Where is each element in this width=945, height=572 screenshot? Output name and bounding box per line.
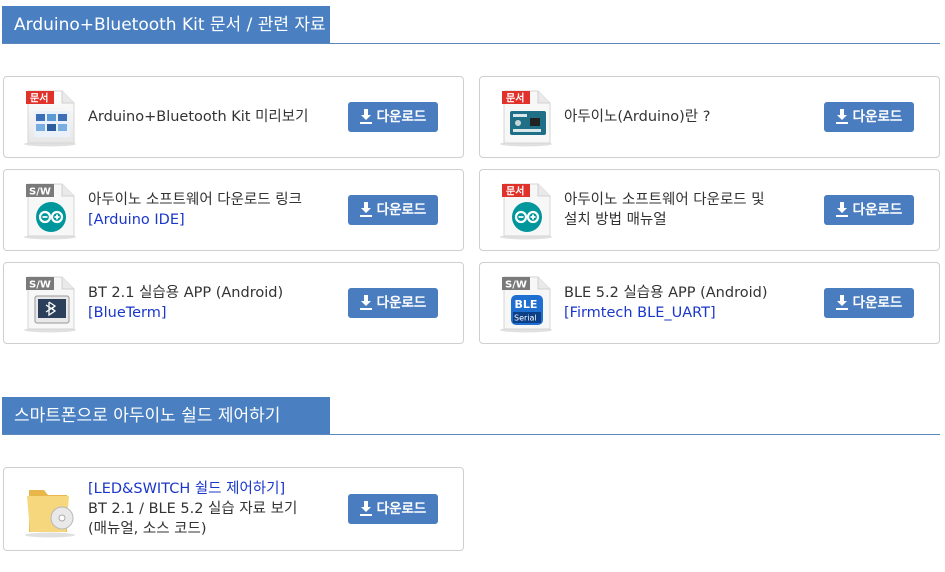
resource-card-blueterm: S/W BT 2.1 실습용 APP (Android) [BlueTerm] … xyxy=(3,262,464,344)
card-title: 아두이노(Arduino)란 ? xyxy=(564,109,711,125)
download-label: 다운로드 xyxy=(376,501,427,517)
card-title: 아두이노 소프트웨어 다운로드 및 xyxy=(564,192,765,208)
card-link-text[interactable]: [BlueTerm] xyxy=(88,303,283,323)
card-title: BT 2.1 실습용 APP (Android) xyxy=(88,285,284,301)
section-divider xyxy=(2,43,940,44)
badge-text: 문서 xyxy=(30,92,48,105)
download-button[interactable]: 다운로드 xyxy=(348,494,438,524)
resource-card-shield-control: [LED&SWITCH 쉴드 제어하기] BT 2.1 / BLE 5.2 실습… xyxy=(3,467,464,551)
download-label: 다운로드 xyxy=(376,202,427,218)
resource-card-what-is-arduino: 문서 아두이노(Arduino)란 ? 다운로드 xyxy=(479,76,940,158)
svg-text:S/W: S/W xyxy=(29,280,51,291)
resource-card-ble-uart: S/W BLE Serial BLE 5.2 실습용 APP (Android)… xyxy=(479,262,940,344)
download-button[interactable]: 다운로드 xyxy=(348,195,438,225)
card-title: Arduino+Bluetooth Kit 미리보기 xyxy=(88,109,309,125)
svg-text:문서: 문서 xyxy=(506,92,524,105)
arduino-ide-icon: S/W xyxy=(22,182,78,240)
arduino-manual-icon: 문서 xyxy=(498,182,554,240)
ble-label: BLE xyxy=(515,298,538,311)
card-link-text[interactable]: [LED&SWITCH 쉴드 제어하기] xyxy=(88,479,297,499)
download-button[interactable]: 다운로드 xyxy=(348,102,438,132)
card-link-text[interactable]: [Firmtech BLE_UART] xyxy=(564,303,768,323)
download-label: 다운로드 xyxy=(376,295,427,311)
download-button[interactable]: 다운로드 xyxy=(348,288,438,318)
section-divider xyxy=(2,434,940,435)
card-title: 아두이노 소프트웨어 다운로드 링크 xyxy=(88,192,302,208)
card-title: BLE 5.2 실습용 APP (Android) xyxy=(564,285,768,301)
folder-disc-icon xyxy=(22,482,78,540)
card-link-text[interactable]: [Arduino IDE] xyxy=(88,210,302,230)
card-subtitle: (매뉴얼, 소스 코드) xyxy=(88,521,207,537)
section-title: Arduino+Bluetooth Kit 문서 / 관련 자료 xyxy=(2,6,330,44)
svg-text:S/W: S/W xyxy=(505,280,527,291)
download-label: 다운로드 xyxy=(852,202,903,218)
download-button[interactable]: 다운로드 xyxy=(824,195,914,225)
svg-text:S/W: S/W xyxy=(29,187,51,198)
section-header-shield: 스마트폰으로 아두이노 쉴드 제어하기 xyxy=(2,397,940,435)
download-icon xyxy=(835,295,848,310)
download-label: 다운로드 xyxy=(376,109,427,125)
download-icon xyxy=(359,109,372,124)
resource-card-install-manual: 문서 아두이노 소프트웨어 다운로드 및 설치 방법 매뉴얼 다운로드 xyxy=(479,169,940,251)
ble-serial-icon: S/W BLE Serial xyxy=(498,275,554,333)
download-button[interactable]: 다운로드 xyxy=(824,102,914,132)
bluetooth-terminal-icon: S/W xyxy=(22,275,78,333)
download-icon xyxy=(835,109,848,124)
download-icon xyxy=(359,202,372,217)
section-title: 스마트폰으로 아두이노 쉴드 제어하기 xyxy=(2,397,330,435)
download-label: 다운로드 xyxy=(852,109,903,125)
section-header-docs: Arduino+Bluetooth Kit 문서 / 관련 자료 xyxy=(2,6,940,44)
download-icon xyxy=(359,295,372,310)
document-kit-icon: 문서 xyxy=(22,89,78,147)
download-icon xyxy=(835,202,848,217)
card-title: BT 2.1 / BLE 5.2 실습 자료 보기 xyxy=(88,501,298,517)
download-icon xyxy=(359,501,372,516)
resource-card-kit-preview: 문서 Arduino+Bluetooth Kit 미리보기 다운로드 xyxy=(3,76,464,158)
svg-text:문서: 문서 xyxy=(506,185,524,198)
document-arduino-icon: 문서 xyxy=(498,89,554,147)
download-button[interactable]: 다운로드 xyxy=(824,288,914,318)
ble-sub-label: Serial xyxy=(514,314,537,323)
card-title-line2: 설치 방법 매뉴얼 xyxy=(564,212,667,228)
resource-card-arduino-ide: S/W 아두이노 소프트웨어 다운로드 링크 [Arduino IDE] 다운로… xyxy=(3,169,464,251)
download-label: 다운로드 xyxy=(852,295,903,311)
